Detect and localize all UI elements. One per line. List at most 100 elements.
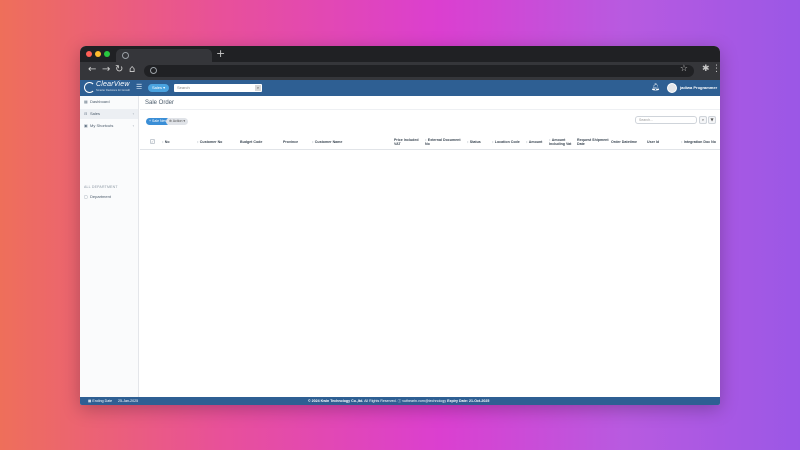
logo[interactable]: ClearView Smarter Decisions for Growth (84, 81, 130, 95)
user-name[interactable]: jadiwa Programmer (680, 85, 717, 90)
column-header-label: External Document No (425, 137, 461, 146)
column-header-label: Customer Name (314, 139, 343, 144)
new-tab-button[interactable]: + (216, 47, 225, 60)
logo-name: ClearView (96, 81, 130, 88)
header-search-input[interactable]: Search ⌕ (174, 84, 262, 92)
bookmark-icon: ▣ (84, 123, 88, 128)
address-bar[interactable]: ☆ (144, 64, 694, 77)
column-header-content: ↕No (162, 140, 170, 144)
table-header: ✓ ↕No ↕Customer No Budget Code Province ↕Cus… (140, 134, 720, 150)
column-header[interactable]: ↕Integration Doc No (681, 134, 719, 150)
action-dropdown-button[interactable]: ⊕ Action ▾ (166, 118, 189, 125)
ending-date-label: Ending Date (92, 399, 113, 403)
module-menu-button[interactable]: Sales ▾ (148, 84, 170, 92)
home-icon[interactable]: ⌂ (129, 64, 135, 75)
column-header-label: No (164, 139, 170, 144)
column-header[interactable]: ↕Amount (526, 134, 548, 150)
chevron-left-icon: ‹ (132, 111, 134, 116)
sidebar-item-sales[interactable]: ⊟ Sales ‹ (80, 109, 138, 119)
column-header-content: ↕Status (467, 140, 481, 144)
search-icon[interactable]: ⌕ (699, 116, 707, 124)
column-header[interactable]: ↕External Document No (425, 134, 465, 150)
search-icon[interactable]: ⌕ (255, 85, 261, 91)
sort-icon[interactable]: ↕ (681, 140, 683, 144)
sidebar-item-label: Dashboard (90, 99, 110, 104)
column-header-content: ↕External Document No (425, 138, 465, 146)
app-header: ClearView Smarter Decisions for Growth ☰… (80, 80, 720, 96)
table-search-placeholder: Search... (639, 118, 654, 122)
collapse-menu-icon[interactable]: ☰ (136, 83, 142, 91)
column-header-label: Amount Including Vat (549, 137, 572, 146)
reload-icon[interactable]: ↻ (115, 64, 123, 75)
logo-mark-icon (84, 82, 95, 93)
sort-icon[interactable]: ↕ (492, 140, 494, 144)
column-header-content: ↕Customer Name (312, 140, 342, 144)
column-header-label: User Id (647, 139, 660, 144)
maximize-window-button[interactable] (104, 51, 110, 57)
sidebar: ▦ Dashboard ⊟ Sales ‹ ▣ My Shortcuts ‹ A… (80, 96, 139, 397)
rights-text: All Rights Reserved. ⓘ vuthearin.vorn@te… (364, 399, 447, 403)
close-window-button[interactable] (86, 51, 92, 57)
bell-icon[interactable]: 🔔︎ (651, 83, 660, 91)
sidebar-item-dashboard[interactable]: ▦ Dashboard (80, 97, 138, 107)
header-search-placeholder: Search (177, 85, 190, 90)
sort-icon[interactable]: ↕ (312, 140, 314, 144)
sort-icon[interactable]: ↕ (467, 140, 469, 144)
minimize-window-button[interactable] (95, 51, 101, 57)
document-icon: ▢ (84, 194, 88, 199)
browser-toolbar: ← → ↻ ⌂ ☆ ✱ ⋮ (80, 62, 720, 80)
avatar[interactable] (667, 83, 677, 93)
column-header[interactable]: Price Included VAT (394, 134, 422, 150)
column-header-label: Order Datetime (611, 139, 637, 144)
browser-tab[interactable] (116, 49, 212, 62)
column-header-content: Request Shipment Date (577, 138, 609, 146)
column-header[interactable]: Order Datetime (611, 134, 645, 150)
footer: ▦ Ending Date 25-Jan-2025 © 2024 Kwin Te… (80, 397, 720, 405)
sidebar-item-label: Sales (90, 111, 101, 116)
expiry-date: Expiry Date: 21-Oct-2025 (447, 399, 490, 403)
column-header-content: ↕Amount (526, 140, 542, 144)
globe-icon (150, 67, 157, 74)
column-header[interactable]: Budget Code (240, 134, 280, 150)
column-header-content: Budget Code (240, 140, 262, 144)
column-header[interactable]: ↕Customer Name (312, 134, 392, 150)
browser-titlebar: + (80, 46, 720, 62)
sidebar-section-label: ALL DEPARTMENT (84, 185, 118, 189)
logo-tagline: Smarter Decisions for Growth (96, 89, 131, 92)
kebab-menu-icon[interactable]: ⋮ (712, 64, 720, 74)
column-header[interactable]: Province (283, 134, 309, 150)
star-icon[interactable]: ☆ (680, 64, 688, 74)
main-content: Sale Order + Sale New ⊕ Action ▾ Search.… (140, 96, 720, 397)
sidebar-item-label: Department (90, 194, 111, 199)
sidebar-item-department[interactable]: ▢ Department (80, 192, 138, 202)
divider (140, 109, 720, 110)
column-header[interactable]: ↕Amount Including Vat (549, 134, 575, 150)
column-header-content: ↕Customer No (197, 140, 222, 144)
column-header-content: Order Datetime (611, 140, 637, 144)
page-title: Sale Order (145, 100, 175, 106)
forward-icon[interactable]: → (102, 64, 110, 75)
sort-icon[interactable]: ↕ (526, 140, 528, 144)
column-header[interactable]: ↕Customer No (197, 134, 237, 150)
column-header[interactable]: Request Shipment Date (577, 134, 609, 150)
column-header-label: Budget Code (240, 139, 263, 144)
browser-window: + ← → ↻ ⌂ ☆ ✱ ⋮ ClearView Smarter Decisi… (80, 46, 720, 405)
chevron-left-icon: ‹ (132, 123, 134, 128)
column-header[interactable]: ↕Location Code (492, 134, 524, 150)
extension-icon[interactable]: ✱ (702, 64, 710, 74)
back-icon[interactable]: ← (88, 64, 96, 75)
column-header[interactable]: ↕Status (467, 134, 489, 150)
sort-icon[interactable]: ↕ (162, 140, 164, 144)
column-header-content: ↕Integration Doc No (681, 140, 716, 144)
select-all-checkbox[interactable]: ✓ (150, 139, 155, 144)
column-header-label: Customer No (199, 139, 223, 144)
filter-icon[interactable]: ▼ (708, 116, 716, 124)
column-header-content: ↕Amount Including Vat (549, 138, 575, 146)
column-header-label: Status (469, 139, 481, 144)
table-search-input[interactable]: Search... (635, 116, 697, 124)
sort-icon[interactable]: ↕ (197, 140, 199, 144)
column-header-content: Price Included VAT (394, 138, 422, 146)
column-header[interactable]: ↕No (162, 134, 194, 150)
column-header[interactable]: User Id (647, 134, 677, 150)
sidebar-item-my-shortcuts[interactable]: ▣ My Shortcuts ‹ (80, 121, 138, 131)
